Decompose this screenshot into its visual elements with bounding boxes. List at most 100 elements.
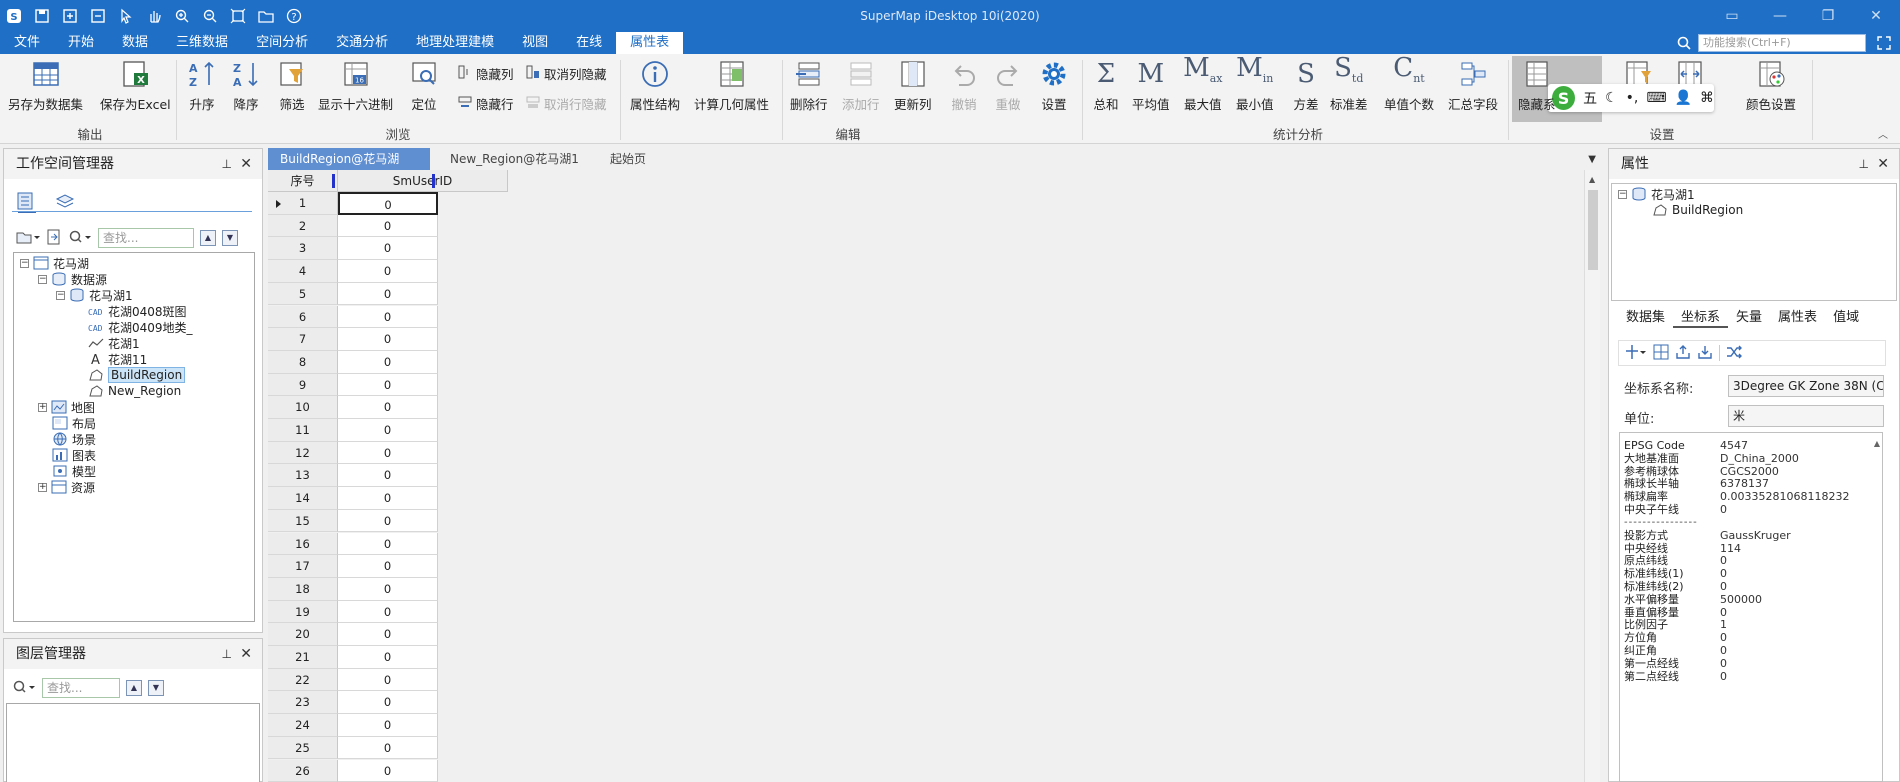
row-index-cell[interactable]: 2 xyxy=(268,214,338,238)
row-index-cell[interactable]: 17 xyxy=(268,555,338,578)
tree-node-dataset[interactable]: 花湖1 xyxy=(88,335,140,351)
variance-button[interactable]: S 方差 xyxy=(1290,58,1322,120)
row-index-cell[interactable]: 14 xyxy=(268,487,338,510)
row-index-cell[interactable]: 20 xyxy=(268,623,338,646)
row-index-cell[interactable]: 8 xyxy=(268,350,338,374)
smuserid-cell[interactable]: 0 xyxy=(338,192,438,215)
tree-node-models[interactable]: 模型 xyxy=(52,463,96,479)
maximize-button[interactable]: ❐ xyxy=(1804,0,1852,32)
expand-toggle[interactable]: + xyxy=(38,402,47,412)
table-row[interactable]: 12 0 xyxy=(268,441,438,465)
table-row[interactable]: 18 0 xyxy=(268,577,438,601)
tree-node-datasource[interactable]: − 花马湖1 xyxy=(56,287,133,303)
tree-node-layouts[interactable]: 布局 xyxy=(52,415,96,431)
function-search-input[interactable]: 功能搜索(Ctrl+F) xyxy=(1698,34,1866,52)
undo-button[interactable]: 撤销 xyxy=(948,58,980,120)
smuserid-cell[interactable]: 0 xyxy=(338,600,438,624)
find-dropdown-icon[interactable] xyxy=(12,679,36,698)
menu-item[interactable]: 文件 xyxy=(0,32,54,54)
smuserid-cell[interactable]: 0 xyxy=(338,532,438,556)
smuserid-cell[interactable]: 0 xyxy=(338,623,438,646)
collapse-toggle[interactable]: − xyxy=(1618,189,1627,199)
hide-row-button[interactable]: 隐藏行 xyxy=(458,92,514,114)
row-index-cell[interactable]: 26 xyxy=(268,759,338,782)
sum-button[interactable]: Σ 总和 xyxy=(1090,58,1122,120)
save-as-dataset-button[interactable]: 另存为数据集 xyxy=(8,58,83,120)
toolbox-icon[interactable]: ⌘ xyxy=(1700,90,1714,106)
tab-dropdown-icon[interactable]: ▼ xyxy=(1588,154,1596,165)
menu-item[interactable]: 三维数据 xyxy=(162,32,242,54)
table-row[interactable]: 90 xyxy=(268,373,438,397)
row-index-cell[interactable]: 21 xyxy=(268,646,338,669)
color-settings-button[interactable]: 颜色设置 xyxy=(1746,58,1796,120)
collapse-toggle[interactable]: − xyxy=(20,258,29,268)
table-row[interactable]: 40 xyxy=(268,260,438,283)
max-button[interactable]: Max 最大值 xyxy=(1183,53,1222,120)
row-index-cell[interactable]: 7 xyxy=(268,328,338,351)
table-row[interactable]: 25 0 xyxy=(268,736,438,760)
row-index-cell[interactable]: 18 xyxy=(268,577,338,601)
smuserid-cell[interactable]: 0 xyxy=(338,282,438,306)
menu-item[interactable]: 视图 xyxy=(508,32,562,54)
unhide-column-button[interactable]: 取消列隐藏 xyxy=(526,62,607,84)
row-index-cell[interactable]: 10 xyxy=(268,396,338,419)
row-index-cell[interactable]: 13 xyxy=(268,464,338,488)
table-row[interactable]: 22 0 xyxy=(268,668,438,692)
collapse-ribbon-icon[interactable]: ︿ xyxy=(1878,126,1888,141)
menu-item[interactable]: 空间分析 xyxy=(242,32,322,54)
find-prev-button[interactable]: ▲ xyxy=(126,680,142,696)
summary-field-button[interactable]: 汇总字段 xyxy=(1448,58,1498,120)
smuserid-cell[interactable]: 0 xyxy=(338,577,438,601)
vertical-scrollbar[interactable]: ▲ xyxy=(1584,170,1600,782)
save-as-excel-button[interactable]: X 保存为Excel xyxy=(100,58,171,120)
keyboard-icon[interactable]: ⌨ xyxy=(1646,90,1666,106)
table-row[interactable]: 50 xyxy=(268,282,438,306)
edit-settings-button[interactable]: 设置 xyxy=(1038,58,1070,120)
column-resize-handle[interactable] xyxy=(432,174,435,188)
collapse-toggle[interactable]: − xyxy=(56,290,65,300)
table-row[interactable]: 80 xyxy=(268,350,438,374)
tree-node-workspace[interactable]: − 花马湖 xyxy=(20,255,89,271)
smuserid-cell[interactable]: 0 xyxy=(338,714,438,737)
table-row[interactable]: 20 0 xyxy=(268,623,438,646)
scroll-up-icon[interactable]: ▲ xyxy=(1589,175,1595,184)
properties-tab[interactable]: 矢量 xyxy=(1728,308,1770,328)
tree-node-scenes[interactable]: 场景 xyxy=(52,431,96,447)
menu-item[interactable]: 属性表 xyxy=(616,32,684,54)
properties-tab[interactable]: 数据集 xyxy=(1618,308,1673,328)
row-index-cell[interactable]: 11 xyxy=(268,419,338,442)
unit-field[interactable]: 米 xyxy=(1728,405,1884,427)
find-dropdown-icon[interactable] xyxy=(68,229,92,248)
unique-count-button[interactable]: Cnt 单值个数 xyxy=(1384,53,1434,120)
expand-toggle[interactable]: + xyxy=(38,482,47,492)
pin-icon[interactable]: ⊥ xyxy=(1859,149,1869,179)
table-row[interactable]: 70 xyxy=(268,328,438,351)
table-row[interactable]: 30 xyxy=(268,237,438,261)
add-row-button[interactable]: 添加行 xyxy=(842,58,880,120)
shuffle-icon[interactable] xyxy=(1726,344,1742,363)
smuserid-cell[interactable]: 0 xyxy=(338,736,438,760)
tab-start-page[interactable]: 起始页 xyxy=(598,148,688,170)
menu-item[interactable]: 地理处理建模 xyxy=(402,32,508,54)
tree-node-dataset[interactable]: A 花湖11 xyxy=(88,351,147,367)
smuserid-cell[interactable]: 0 xyxy=(338,464,438,488)
row-index-cell[interactable]: 19 xyxy=(268,600,338,624)
crs-name-field[interactable]: 3Degree GK Zone 38N (CGC xyxy=(1728,375,1884,397)
close-icon[interactable]: ✕ xyxy=(240,149,252,179)
smuserid-cell[interactable]: 0 xyxy=(338,509,438,533)
smuserid-cell[interactable]: 0 xyxy=(338,419,438,442)
smuserid-cell[interactable]: 0 xyxy=(338,646,438,669)
punctuation-icon[interactable]: •, xyxy=(1626,90,1639,106)
row-index-cell[interactable]: 3 xyxy=(268,237,338,261)
smuserid-cell[interactable]: 0 xyxy=(338,668,438,692)
sort-descending-button[interactable]: ZA 降序 xyxy=(230,58,262,120)
tree-node-dataset[interactable]: CAD 花湖0408斑图 xyxy=(88,303,187,319)
pin-icon[interactable]: ⊥ xyxy=(222,639,232,669)
attribute-structure-button[interactable]: 属性结构 xyxy=(630,58,680,120)
row-index-cell[interactable]: 9 xyxy=(268,373,338,397)
crs-grid-icon[interactable] xyxy=(1653,344,1669,363)
workspace-tree-icon[interactable] xyxy=(16,191,38,216)
ime-toolbar[interactable]: S 五 ☾ •, ⌨ 👤 ⌘ xyxy=(1548,84,1714,112)
layer-view-icon[interactable] xyxy=(54,191,76,216)
close-icon[interactable]: ✕ xyxy=(240,639,252,669)
